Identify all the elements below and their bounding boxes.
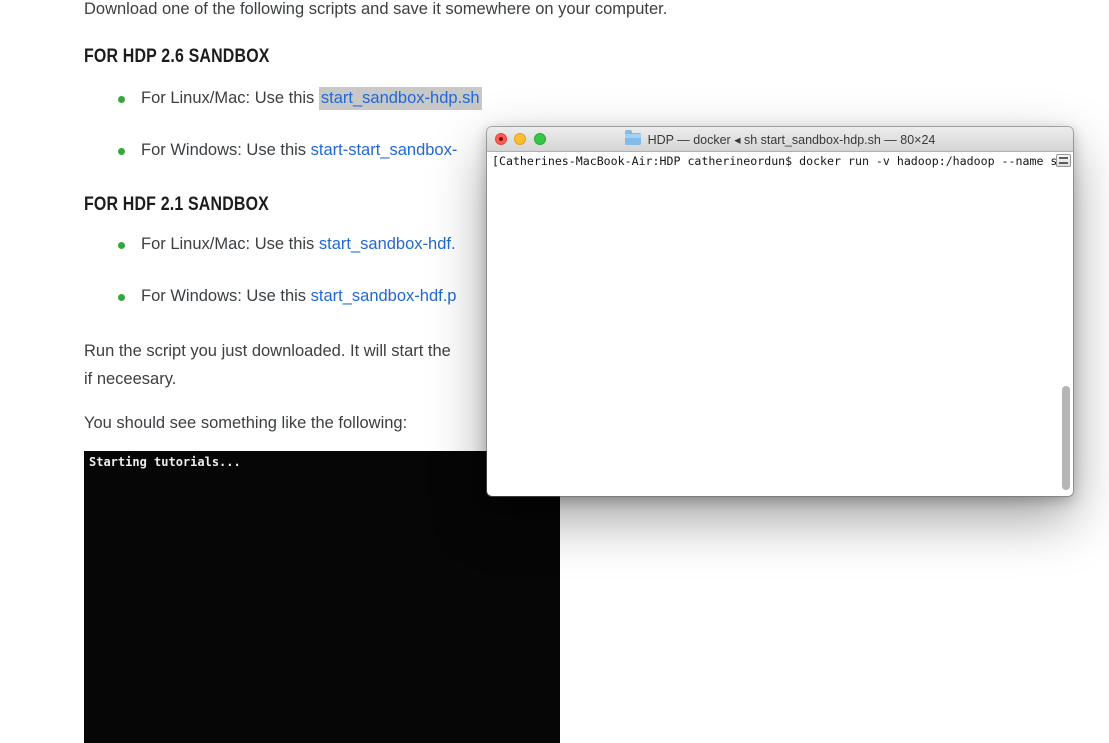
bullet-label: For Windows: Use this — [141, 141, 311, 159]
tutorial-page: Download one of the following scripts an… — [0, 0, 1109, 743]
link-start-sandbox-hdp-sh[interactable]: start_sandbox-hdp.sh — [318, 87, 482, 110]
bullet-icon — [118, 96, 125, 103]
bullet-item: For Windows: Use this start-start_sandbo… — [141, 141, 457, 160]
link-start-sandbox-windows[interactable]: start-start_sandbox- — [311, 141, 458, 159]
terminal-line: [Catherines-MacBook-Air:HDP catherineord… — [492, 154, 1065, 168]
window-title: HDP — docker ◂ sh start_sandbox-hdp.sh —… — [624, 130, 936, 147]
bullet-label: For Linux/Mac: Use this — [141, 235, 319, 253]
bullet-item: For Windows: Use this start_sandbox-hdf.… — [141, 287, 456, 306]
terminal-line: Starting tutorials... — [89, 455, 241, 469]
bullet-label: For Windows: Use this — [141, 287, 311, 305]
section-heading-hdp: FOR HDP 2.6 SANDBOX — [84, 46, 270, 67]
paragraph: You should see something like the follow… — [84, 414, 408, 432]
terminal-output[interactable]: [Catherines-MacBook-Air:HDP catherineord… — [487, 152, 1073, 496]
folder-icon — [624, 130, 641, 145]
bullet-icon — [118, 148, 125, 155]
close-button[interactable] — [495, 133, 507, 145]
zoom-button[interactable] — [534, 133, 546, 145]
split-pane-button[interactable] — [1056, 154, 1071, 167]
terminal-window: HDP — docker ◂ sh start_sandbox-hdp.sh —… — [487, 127, 1073, 496]
paragraph-line: if neceesary. — [84, 370, 177, 388]
scrollbar-thumb[interactable] — [1062, 386, 1070, 490]
bullet-item: For Linux/Mac: Use this start_sandbox-hd… — [141, 87, 482, 110]
window-title-text: HDP — docker ◂ sh start_sandbox-hdp.sh —… — [647, 132, 936, 147]
bullet-item: For Linux/Mac: Use this start_sandbox-hd… — [141, 235, 456, 254]
intro-text: Download one of the following scripts an… — [84, 0, 668, 18]
bullet-label: For Linux/Mac: Use this — [141, 89, 319, 107]
section-heading-hdf: FOR HDF 2.1 SANDBOX — [84, 194, 269, 215]
link-start-sandbox-hdf-windows[interactable]: start_sandbox-hdf.p — [311, 287, 457, 305]
bullet-icon — [118, 242, 125, 249]
terminal-titlebar[interactable]: HDP — docker ◂ sh start_sandbox-hdp.sh —… — [487, 127, 1073, 152]
minimize-button[interactable] — [514, 133, 526, 145]
link-start-sandbox-hdf[interactable]: start_sandbox-hdf. — [319, 235, 456, 253]
bullet-icon — [118, 294, 125, 301]
paragraph-line: Run the script you just downloaded. It w… — [84, 342, 451, 360]
